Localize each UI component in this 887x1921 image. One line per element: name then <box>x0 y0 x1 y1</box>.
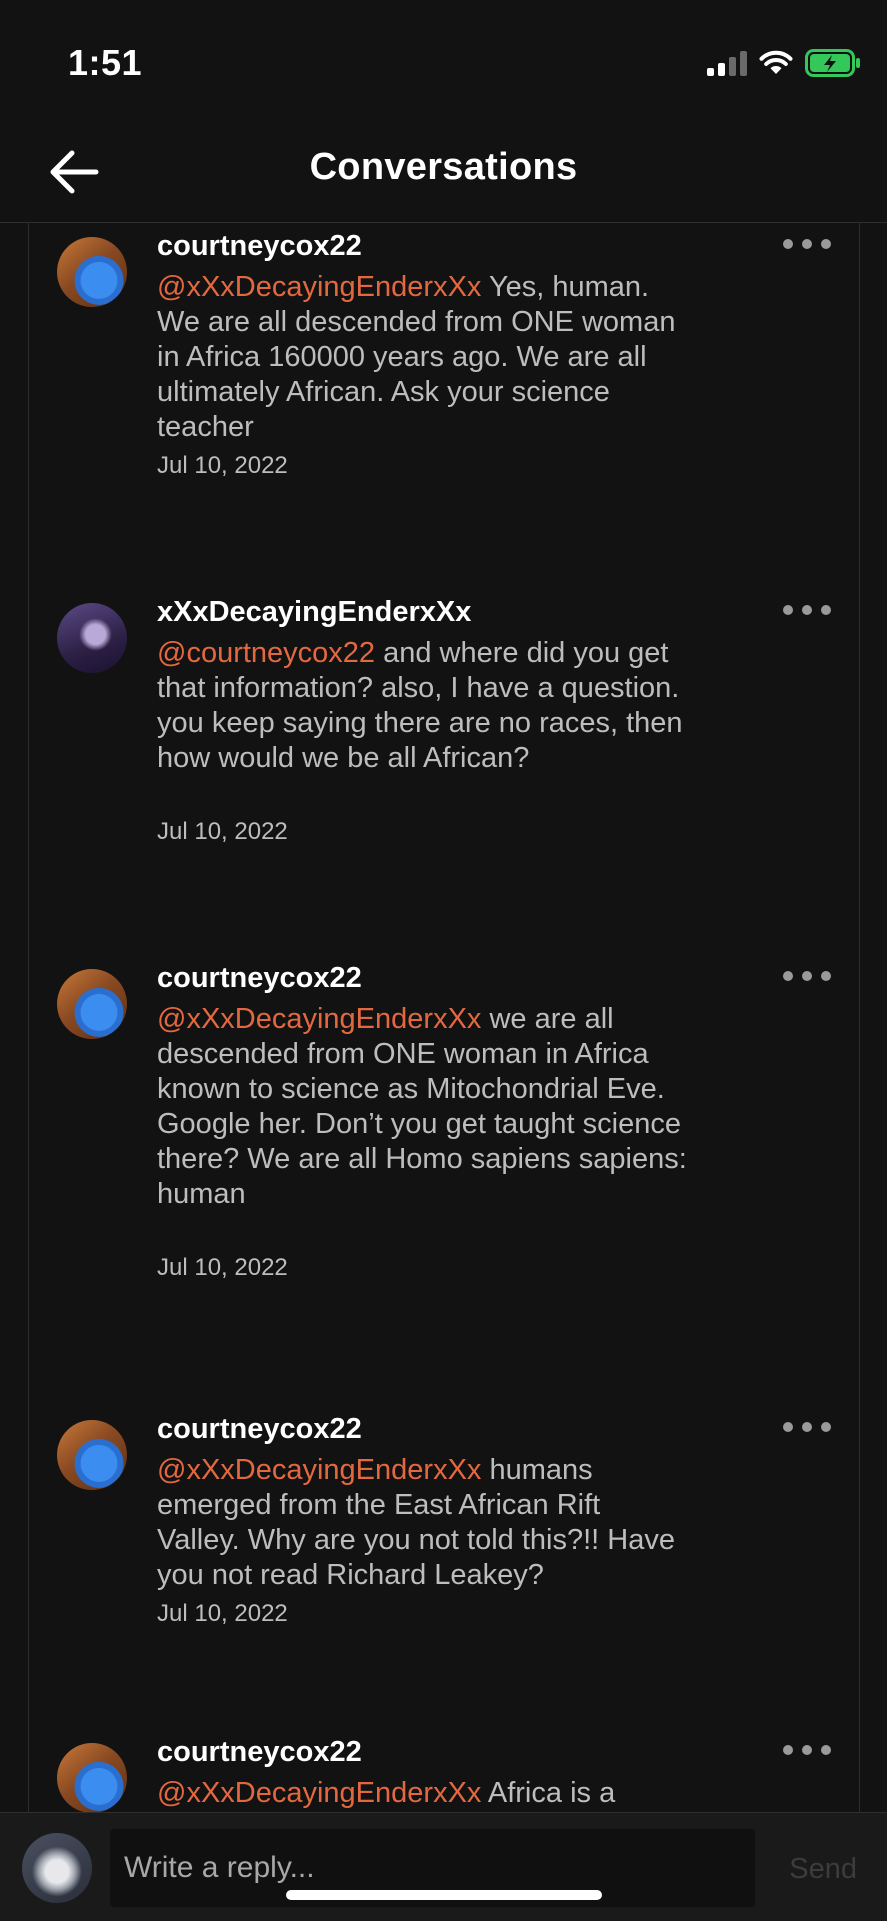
wifi-icon <box>759 50 793 74</box>
status-icons <box>707 46 861 80</box>
user-avatar[interactable] <box>57 603 127 673</box>
user-avatar[interactable] <box>57 969 127 1039</box>
comment-date: Jul 10, 2022 <box>157 818 288 845</box>
status-bar: 1:51 <box>0 0 887 120</box>
reply-bar: Send <box>0 1812 887 1921</box>
send-button[interactable]: Send <box>789 1853 857 1886</box>
battery-charging-icon <box>805 49 860 77</box>
comment-date: Jul 10, 2022 <box>157 1254 288 1281</box>
cellular-signal-icon <box>707 50 747 76</box>
more-options-button[interactable] <box>783 1740 831 1760</box>
more-options-button[interactable] <box>783 600 831 620</box>
comment-text: @xXxDecayingEnderxXx Africa is a <box>157 1776 687 1811</box>
comment-date: Jul 10, 2022 <box>157 452 288 479</box>
comment-item: courtneycox22 @xXxDecayingEnderxXx Afric… <box>29 1736 859 1812</box>
user-avatar[interactable] <box>57 1420 127 1490</box>
comment-username[interactable]: courtneycox22 <box>157 1736 362 1769</box>
status-time: 1:51 <box>68 42 143 83</box>
comment-text: @xXxDecayingEnderxXx Yes, human. We are … <box>157 270 687 445</box>
current-user-avatar <box>22 1833 92 1903</box>
user-mention[interactable]: @xXxDecayingEnderxXx <box>157 271 481 303</box>
comment-date: Jul 10, 2022 <box>157 1600 288 1627</box>
comment-item: courtneycox22 @xXxDecayingEnderxXx human… <box>29 1413 859 1733</box>
user-mention[interactable]: @xXxDecayingEnderxXx <box>157 1003 481 1035</box>
comment-username[interactable]: xXxDecayingEnderxXx <box>157 596 471 629</box>
more-options-button[interactable] <box>783 234 831 254</box>
user-mention[interactable]: @xXxDecayingEnderxXx <box>157 1777 481 1809</box>
comment-item: courtneycox22 @xXxDecayingEnderxXx Yes, … <box>29 230 859 590</box>
comment-text: @courtneycox22 and where did you get tha… <box>157 636 687 776</box>
home-indicator <box>286 1890 602 1900</box>
comment-username[interactable]: courtneycox22 <box>157 1413 362 1446</box>
more-options-button[interactable] <box>783 966 831 986</box>
user-mention[interactable]: @xXxDecayingEnderxXx <box>157 1454 481 1486</box>
conversations-header: Conversations <box>0 120 887 223</box>
comment-username[interactable]: courtneycox22 <box>157 230 362 263</box>
comment-text: @xXxDecayingEnderxXx we are all descende… <box>157 1002 687 1212</box>
user-avatar[interactable] <box>57 1743 127 1812</box>
comment-item: xXxDecayingEnderxXx @courtneycox22 and w… <box>29 596 859 956</box>
more-options-button[interactable] <box>783 1417 831 1437</box>
comment-item: courtneycox22 @xXxDecayingEnderxXx we ar… <box>29 962 859 1402</box>
user-mention[interactable]: @courtneycox22 <box>157 637 375 669</box>
comment-username[interactable]: courtneycox22 <box>157 962 362 995</box>
comment-thread[interactable]: courtneycox22 @xXxDecayingEnderxXx Yes, … <box>28 222 860 1812</box>
comment-text: @xXxDecayingEnderxXx humans emerged from… <box>157 1453 687 1593</box>
page-title: Conversations <box>309 146 578 188</box>
user-avatar[interactable] <box>57 237 127 307</box>
comment-body: Africa is a <box>481 1777 616 1809</box>
